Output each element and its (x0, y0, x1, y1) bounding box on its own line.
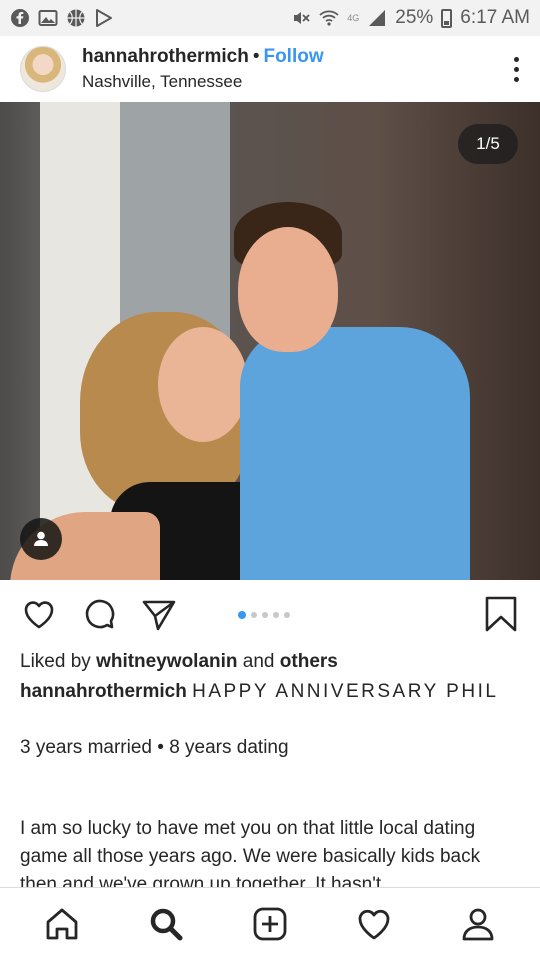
carousel-dot (284, 612, 290, 618)
avatar[interactable] (20, 46, 66, 92)
signal-icon (367, 8, 387, 28)
photo-man-face (238, 227, 338, 352)
likes-others[interactable]: others (280, 651, 338, 672)
carousel-dots (238, 611, 290, 619)
user-info: hannahrothermich • Follow Nashville, Tenne… (82, 46, 324, 92)
carousel-dot (262, 612, 268, 618)
caption-text: hannahrothermich HAPPY ANNIVERSARY PHIL (20, 678, 520, 706)
caption-paragraph: I am so lucky to have met you on that li… (20, 818, 481, 887)
like-heart-icon[interactable] (20, 595, 58, 633)
likes-line[interactable]: Liked by whitneywolanin and others (20, 648, 520, 676)
carousel-dot (273, 612, 279, 618)
battery-icon (441, 8, 453, 28)
bookmark-icon[interactable] (484, 595, 518, 633)
play-store-icon (94, 8, 114, 28)
status-left (10, 8, 114, 28)
wifi-icon (319, 8, 339, 28)
share-direct-icon[interactable] (140, 595, 178, 633)
caption-block: Liked by whitneywolanin and others hanna… (20, 648, 520, 762)
separator-dot: • (252, 46, 260, 67)
bottom-nav (0, 887, 540, 960)
activity-heart-icon[interactable] (351, 901, 397, 947)
comment-icon[interactable] (80, 595, 118, 633)
home-icon[interactable] (39, 901, 85, 947)
photo-woman-face (158, 327, 248, 442)
carousel-dot (251, 612, 257, 618)
photo-man-shirt (240, 327, 470, 580)
post-photo[interactable] (0, 102, 540, 580)
caption-headline: HAPPY ANNIVERSARY PHIL (192, 681, 499, 702)
basketball-icon (66, 8, 86, 28)
clock: 6:17 AM (460, 7, 530, 28)
person-icon (34, 531, 48, 546)
caption-author[interactable]: hannahrothermich (20, 681, 187, 702)
post-header: hannahrothermich • Follow Nashville, Tenne… (0, 36, 540, 102)
action-bar (0, 590, 540, 638)
gallery-icon (38, 8, 58, 28)
follow-button[interactable]: Follow (263, 46, 323, 67)
username[interactable]: hannahrothermich (82, 46, 249, 67)
search-icon[interactable] (143, 901, 189, 947)
carousel-counter: 1/5 (458, 124, 518, 164)
user-line: hannahrothermich • Follow (82, 46, 324, 68)
tagged-people-button[interactable] (20, 518, 62, 560)
facebook-icon (10, 8, 30, 28)
profile-icon[interactable] (455, 901, 501, 947)
status-right: 4G 25% 6:17 AM (291, 7, 530, 29)
likes-middle: and (242, 651, 275, 672)
battery-percent: 25% (395, 7, 434, 28)
network-type: 4G (347, 13, 360, 23)
new-post-icon[interactable] (247, 901, 293, 947)
location-link[interactable]: Nashville, Tennessee (82, 72, 324, 92)
caption-line-2: 3 years married • 8 years dating (20, 737, 289, 758)
carousel-dot-active (238, 611, 246, 619)
more-options-icon[interactable] (512, 56, 520, 82)
likes-user[interactable]: whitneywolanin (96, 651, 237, 672)
mute-icon (291, 8, 311, 28)
likes-prefix: Liked by (20, 651, 91, 672)
status-bar: 4G 25% 6:17 AM (0, 0, 540, 36)
